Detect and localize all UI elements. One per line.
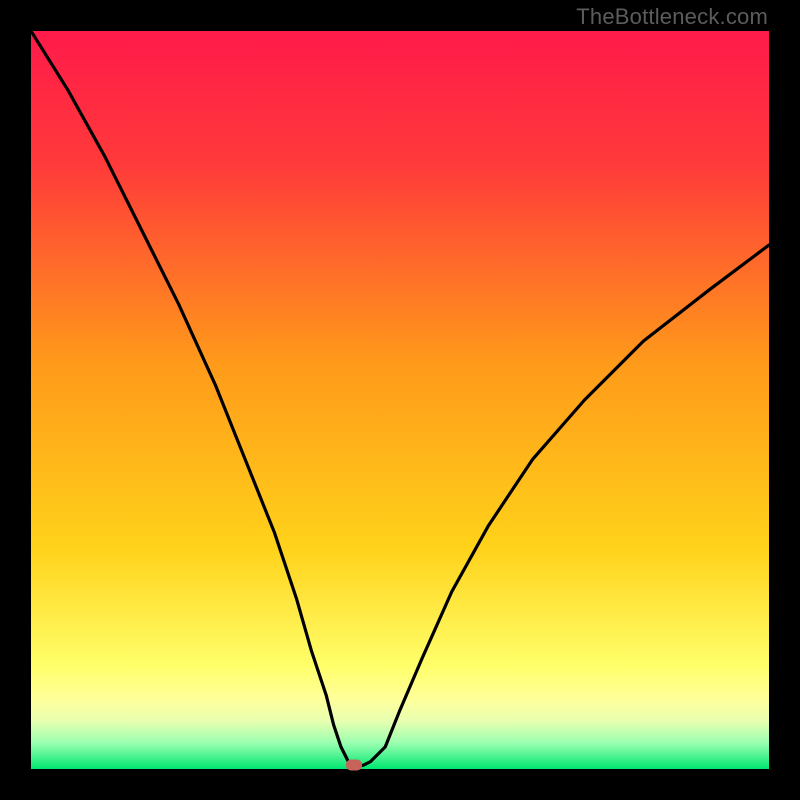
chart-svg xyxy=(31,31,769,769)
gradient-background xyxy=(31,31,769,769)
chart-frame xyxy=(31,31,769,769)
watermark-text: TheBottleneck.com xyxy=(576,4,768,30)
